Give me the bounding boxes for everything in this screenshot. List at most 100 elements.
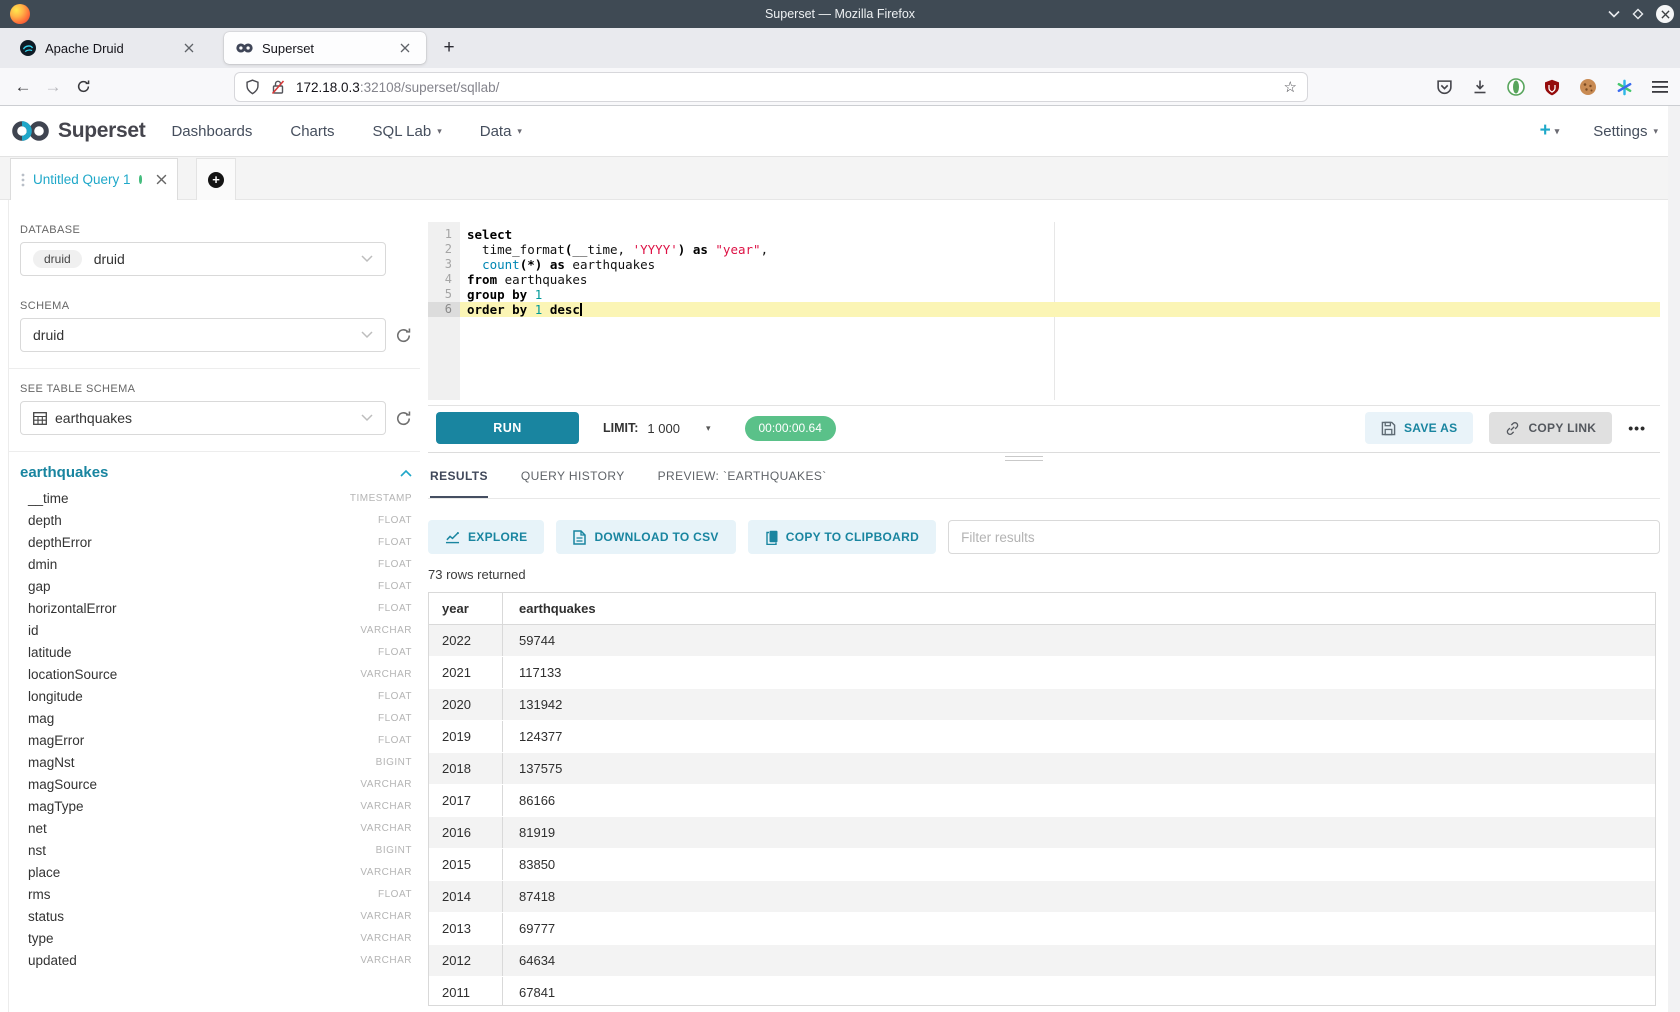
code-line[interactable]: from earthquakes [460,272,1660,287]
nav-item-sql-lab[interactable]: SQL Lab▾ [373,123,442,140]
code-line[interactable]: count(*) as earthquakes [460,257,1660,272]
back-icon[interactable]: ← [8,77,38,97]
column-row: __timeTIMESTAMP [20,487,412,509]
query-tab-close-icon[interactable] [156,174,167,185]
add-query-tab-button[interactable]: + [196,158,236,200]
explore-button[interactable]: EXPLORE [428,520,544,554]
forward-icon[interactable]: → [38,77,68,97]
header-earthquakes[interactable]: earthquakes [503,601,596,616]
result-row: 201681919 [429,817,1655,849]
shield-icon[interactable] [245,79,260,95]
editor-code-area[interactable]: select time_format(__time, 'YYYY') as "y… [460,222,1660,400]
pocket-icon[interactable] [1436,79,1453,96]
database-select[interactable]: druid druid [20,242,386,276]
more-options-icon[interactable]: ••• [1628,420,1646,436]
editor-gutter: 123456 [428,222,460,400]
tab-preview-earthquakes[interactable]: PREVIEW: `EARTHQUAKES` [658,469,827,498]
window-minimize-icon[interactable] [1608,10,1620,18]
code-line[interactable]: group by 1 [460,287,1660,302]
table-panel-title[interactable]: earthquakes [20,464,400,481]
result-row: 2021117133 [429,657,1655,689]
resize-handle[interactable] [1005,456,1043,464]
window-controls [1608,0,1674,28]
nav-item-dashboards[interactable]: Dashboards [171,123,252,140]
code-line[interactable]: time_format(__time, 'YYYY') as "year", [460,242,1660,257]
column-type: VARCHAR [360,823,412,834]
table-select[interactable]: earthquakes [20,401,386,435]
column-name: locationSource [28,667,360,682]
column-name: type [28,931,360,946]
sql-editor[interactable]: 123456 select time_format(__time, 'YYYY'… [428,222,1660,400]
menu-hamburger-icon[interactable] [1652,80,1668,94]
tab-close-icon[interactable] [394,37,416,59]
column-row: longitudeFLOAT [20,685,412,707]
schema-select[interactable]: druid [20,318,386,352]
url-bar[interactable]: 172.18.0.3:32108/superset/sqllab/ ☆ [234,72,1308,102]
ublock-icon[interactable] [1544,79,1560,96]
column-name: magType [28,799,360,814]
run-button[interactable]: RUN [436,412,579,444]
file-icon [573,530,586,545]
screen: Superset — Mozilla Firefox Apache Druid … [0,0,1680,1012]
new-tab-button[interactable]: + [434,33,464,63]
bookmark-star-icon[interactable]: ☆ [1284,78,1297,96]
result-earthquakes: 124377 [503,729,562,744]
drag-dots-icon[interactable] [21,173,25,187]
lock-insecure-icon[interactable] [271,79,285,95]
window-close-icon[interactable] [1656,5,1674,23]
code-line[interactable]: select [460,227,1660,242]
column-row: latitudeFLOAT [20,641,412,663]
browser-tab-superset[interactable]: Superset [224,32,426,64]
page-scrollbar[interactable] [1668,106,1680,1012]
tab-results[interactable]: RESULTS [430,469,488,498]
column-name: magError [28,733,378,748]
query-tab-active[interactable]: Untitled Query 1 [10,158,178,200]
copy-clipboard-button[interactable]: COPY TO CLIPBOARD [748,520,936,554]
add-new-button[interactable]: +▾ [1540,120,1560,142]
asterisk-extension-icon[interactable] [1616,79,1633,96]
save-as-button[interactable]: SAVE AS [1365,412,1473,444]
result-earthquakes: 137575 [503,761,562,776]
nav-item-charts[interactable]: Charts [290,123,334,140]
column-type: VARCHAR [360,867,412,878]
cookie-extension-icon[interactable] [1579,78,1597,96]
browser-tab-druid[interactable]: Apache Druid [8,32,210,64]
settings-menu[interactable]: Settings▾ [1593,123,1658,140]
column-row: magNstBIGINT [20,751,412,773]
download-csv-button[interactable]: DOWNLOAD TO CSV [556,520,735,554]
query-status-dot [139,175,142,184]
code-line[interactable]: order by 1 desc [460,302,1660,317]
reload-icon[interactable] [68,79,98,94]
result-year: 2016 [429,817,503,848]
header-year[interactable]: year [429,593,503,624]
column-name: place [28,865,360,880]
limit-dropdown[interactable]: LIMIT: 1 000 ▾ [603,421,711,436]
refresh-schema-icon[interactable] [395,327,412,344]
superset-logo[interactable]: Superset [10,119,145,143]
column-type: FLOAT [378,581,412,592]
window-maximize-icon[interactable] [1632,8,1644,20]
tab-close-icon[interactable] [178,37,200,59]
result-row: 201786166 [429,785,1655,817]
tab-query-history[interactable]: QUERY HISTORY [521,469,625,498]
result-earthquakes: 64634 [503,953,555,968]
filter-results-input[interactable] [948,520,1660,554]
extension-privacy-icon[interactable] [1507,78,1525,96]
divider [8,451,420,452]
collapse-chevron-up-icon[interactable] [400,469,412,477]
downloads-icon[interactable] [1472,79,1488,95]
column-row: idVARCHAR [20,619,412,641]
refresh-table-icon[interactable] [395,410,412,427]
results-table: year earthquakes 20225974420211171332020… [428,592,1656,1006]
superset-navbar: Superset Dashboards Charts SQL Lab▾ Data… [0,106,1680,157]
link-icon [1505,421,1520,436]
result-year: 2015 [429,849,503,880]
result-year: 2018 [429,753,503,784]
copy-link-button[interactable]: COPY LINK [1489,412,1612,444]
chevron-down-icon: ▾ [1555,126,1560,137]
chevron-down-icon: ▾ [1653,126,1658,137]
column-type: VARCHAR [360,933,412,944]
results-tabs: RESULTS QUERY HISTORY PREVIEW: `EARTHQUA… [428,453,1660,499]
editor-lines: select time_format(__time, 'YYYY') as "y… [460,227,1660,317]
nav-item-data[interactable]: Data▾ [480,123,522,140]
